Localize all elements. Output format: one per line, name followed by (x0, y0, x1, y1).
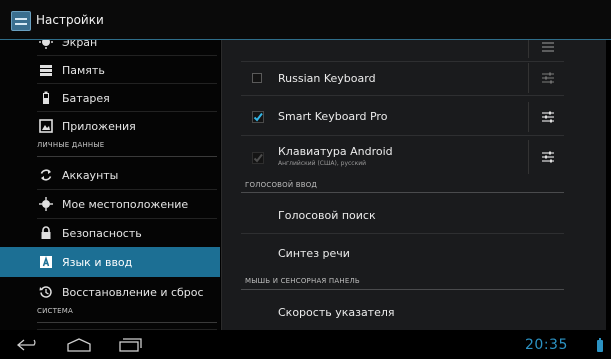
divider (241, 289, 564, 290)
keyboard-label: Russian Keyboard (278, 72, 376, 85)
sidebar-item-location[interactable]: Мое местоположение (0, 190, 220, 218)
sidebar-item-accounts[interactable]: Аккаунты (0, 161, 220, 189)
sidebar-item-storage[interactable]: Память (0, 56, 220, 84)
divider (528, 102, 529, 132)
divider (528, 140, 529, 174)
divider (528, 40, 529, 58)
settings-sliders-icon (542, 42, 554, 52)
section-header-voice: ГОЛОСОВОЙ ВВОД (245, 181, 318, 189)
sidebar-item-display[interactable]: Экран (0, 40, 220, 56)
settings-sliders-icon[interactable] (541, 71, 555, 85)
checkbox-checked-icon[interactable] (252, 111, 264, 123)
divider (528, 63, 529, 93)
sidebar-item-label: Безопасность (62, 226, 142, 240)
battery-icon (43, 91, 49, 104)
location-icon (39, 197, 53, 211)
settings-screen: Настройки Экран Память Батарея Приложени… (0, 0, 611, 359)
sidebar-item-label: Память (62, 63, 105, 77)
divider (241, 61, 564, 62)
keyboard-label: Клавиатура Android (278, 145, 393, 158)
settings-sidebar: Экран Память Батарея Приложения ЛИЧНЫЕ Д… (0, 40, 220, 330)
sync-icon (40, 169, 52, 181)
section-header-personal: ЛИЧНЫЕ ДАННЫЕ (37, 141, 217, 157)
sidebar-item-label: Язык и ввод (62, 255, 133, 269)
restore-icon (39, 286, 52, 298)
keyboard-row[interactable]: Russian Keyboard (222, 63, 606, 93)
sidebar-item-label: Мое местоположение (62, 197, 189, 211)
sidebar-item-label: Восстановление и сброс (62, 285, 204, 299)
sidebar-item-backup-reset[interactable]: Восстановление и сброс (0, 278, 220, 306)
sidebar-item-label: Батарея (62, 91, 110, 105)
section-label: ЛИЧНЫЕ ДАННЫЕ (37, 141, 105, 149)
sidebar-item-label: Аккаунты (62, 168, 119, 182)
settings-sliders-icon[interactable] (541, 150, 555, 164)
keyboard-row[interactable]: Smart Keyboard Pro (222, 102, 606, 132)
keyboard-label: Smart Keyboard Pro (278, 110, 388, 123)
storage-icon (40, 65, 52, 76)
divider (241, 135, 564, 136)
action-bar: Настройки (0, 0, 611, 40)
language-input-panel: Russian Keyboard Smart Keyboard Pro Клав… (221, 40, 606, 330)
pointer-speed-item[interactable]: Скорость указателя (278, 306, 395, 319)
keyboard-enable-checkbox[interactable] (252, 73, 262, 83)
sidebar-item-label: Экран (62, 40, 98, 49)
language-icon (40, 256, 52, 268)
sidebar-item-battery[interactable]: Батарея (0, 84, 220, 112)
lock-icon (41, 226, 51, 239)
settings-sliders-icon[interactable] (541, 110, 555, 124)
divider (241, 192, 564, 193)
keyboard-row-hidden (222, 40, 606, 58)
text-to-speech-item[interactable]: Синтез речи (278, 247, 350, 260)
sidebar-item-security[interactable]: Безопасность (0, 219, 220, 247)
section-label: СИСТЕМА (37, 307, 73, 315)
system-bar: 20:35 (0, 330, 611, 359)
divider (241, 95, 564, 96)
back-icon[interactable] (14, 336, 42, 354)
clock[interactable]: 20:35 (525, 337, 568, 353)
voice-search-item[interactable]: Голосовой поиск (278, 209, 376, 222)
keyboard-row[interactable]: Клавиатура Android Английский (США), рус… (222, 140, 606, 174)
sidebar-item-apps[interactable]: Приложения (0, 112, 220, 140)
section-header-system: СИСТЕМА (37, 307, 217, 323)
page-title: Настройки (36, 13, 104, 27)
keyboard-subtitle: Английский (США), русский (278, 160, 367, 167)
divider (241, 233, 564, 234)
recent-apps-icon[interactable] (116, 336, 144, 354)
display-icon (39, 40, 53, 49)
settings-app-icon[interactable] (11, 11, 31, 31)
sidebar-item-label: Приложения (62, 119, 136, 133)
checkbox-checked-disabled-icon (252, 152, 264, 164)
home-icon[interactable] (64, 336, 94, 354)
sidebar-item-language-input[interactable]: Язык и ввод (0, 247, 220, 277)
apps-icon (39, 119, 53, 133)
battery-status-icon[interactable] (597, 338, 603, 352)
section-header-pointer: МЫШЬ И СЕНСОРНАЯ ПАНЕЛЬ (245, 277, 360, 285)
